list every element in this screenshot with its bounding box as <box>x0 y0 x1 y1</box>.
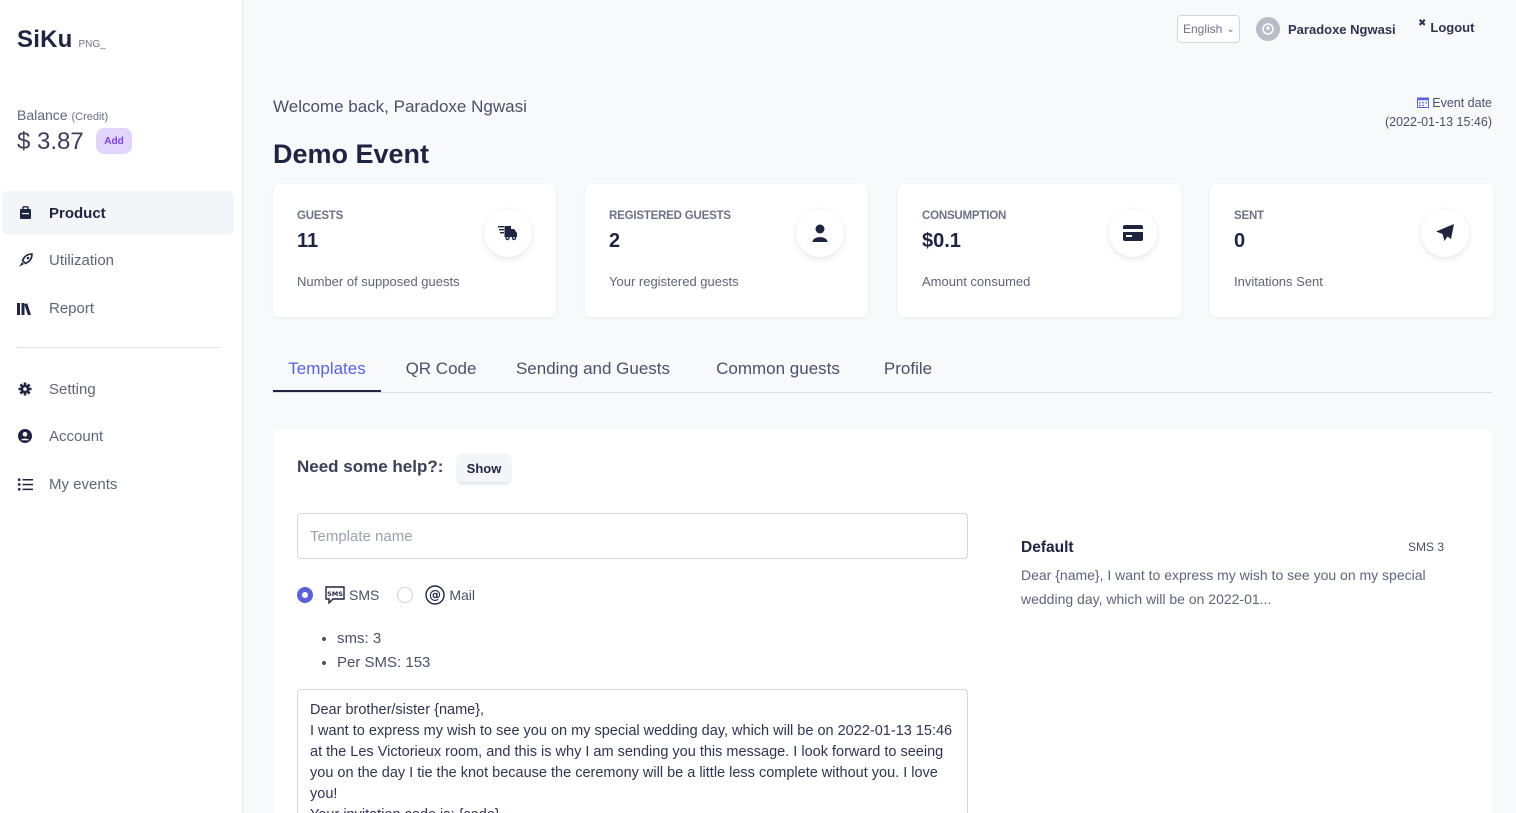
stat-value: $0.1 <box>922 230 961 252</box>
tab-bar: Templates QR Code Sending and Guests Com… <box>273 350 1492 393</box>
stat-card-sent: SENT 0 Invitations Sent <box>1210 184 1493 317</box>
brand-subtitle: PNG_ <box>78 39 106 50</box>
rocket-icon <box>17 252 33 268</box>
user-menu[interactable]: Paradoxe Ngwasi <box>1256 17 1396 41</box>
mail-radio-label: Mail <box>449 587 476 603</box>
user-name: Paradoxe Ngwasi <box>1288 21 1396 37</box>
template-preview-count: SMS 3 <box>1407 540 1444 554</box>
help-label: Need some help?: <box>297 457 444 476</box>
sms-radio[interactable] <box>297 587 313 603</box>
show-help-button[interactable]: Show <box>458 454 510 482</box>
at-sign-icon: @ <box>425 585 446 605</box>
chevron-down-icon: ⌄ <box>1226 23 1235 35</box>
sidebar-divider <box>17 347 219 348</box>
balance-label-text: Balance <box>17 107 68 123</box>
balance-label: Balance (Credit) <box>17 107 108 123</box>
language-value: English <box>1183 22 1223 36</box>
tab-qr-code[interactable]: QR Code <box>395 350 487 392</box>
calendar-icon <box>1417 95 1430 113</box>
stat-description: Invitations Sent <box>1234 274 1323 289</box>
balance-credit: (Credit) <box>71 111 109 123</box>
stat-description: Amount consumed <box>922 274 1031 289</box>
sidebar-item-my-events[interactable]: My events <box>2 462 234 506</box>
user-circle-icon <box>17 428 33 444</box>
mail-radio[interactable] <box>397 587 414 603</box>
sidebar-item-label: Account <box>49 427 104 445</box>
event-date-value: (2022-01-13 15:46) <box>1384 115 1492 129</box>
stat-label: REGISTERED GUESTS <box>609 210 731 222</box>
message-textarea[interactable]: Dear brother/sister {name}, I want to ex… <box>297 689 968 813</box>
sidebar-item-label: Report <box>49 299 95 317</box>
sidebar-item-product[interactable]: Product <box>2 191 234 235</box>
briefcase-icon <box>17 205 33 221</box>
sidebar: SiKu PNG_ Balance (Credit) $ 3.87 Add Pr… <box>0 0 243 813</box>
paper-plane-icon <box>1421 209 1469 257</box>
event-date-label: Event date <box>1432 96 1492 110</box>
template-preview-body: Dear {name}, I want to express my wish t… <box>1021 567 1426 607</box>
truck-icon <box>484 209 532 257</box>
sidebar-item-label: Utilization <box>49 251 115 269</box>
sms-icon: SMS <box>325 586 345 604</box>
stat-label: GUESTS <box>297 210 344 222</box>
template-preview-title[interactable]: Default <box>1021 539 1074 557</box>
sidebar-item-setting[interactable]: Setting <box>2 367 234 411</box>
books-icon <box>17 300 33 316</box>
close-icon: ✖ <box>1418 18 1427 29</box>
gear-icon <box>17 381 33 397</box>
sidebar-item-report[interactable]: Report <box>2 286 234 330</box>
list-icon <box>17 476 33 492</box>
tab-profile[interactable]: Profile <box>873 350 943 392</box>
balance-value: $ 3.87 <box>17 128 84 155</box>
sidebar-item-account[interactable]: Account <box>2 414 234 458</box>
sms-info-list: sms: 3 Per SMS: 153 <box>337 627 430 675</box>
tab-templates[interactable]: Templates <box>273 350 381 392</box>
svg-text:@: @ <box>429 588 441 602</box>
sms-radio-label: SMS <box>349 587 380 603</box>
logout-button[interactable]: ✖ Logout <box>1418 18 1475 35</box>
channel-radio-group: SMS SMS @ Mail <box>297 585 493 605</box>
stat-card-guests: GUESTS 11 Number of supposed guests <box>273 184 556 317</box>
svg-text:SMS: SMS <box>327 590 343 598</box>
template-name-input[interactable] <box>297 513 968 559</box>
stat-description: Number of supposed guests <box>297 274 460 289</box>
credit-card-icon <box>1109 209 1157 257</box>
sidebar-item-utilization[interactable]: Utilization <box>2 238 234 282</box>
brand-logo[interactable]: SiKu PNG_ <box>17 26 106 54</box>
avatar <box>1256 17 1280 41</box>
list-item: sms: 3 <box>337 627 430 651</box>
stat-value: 2 <box>609 230 621 252</box>
sidebar-item-label: My events <box>49 475 118 493</box>
add-credit-button[interactable]: Add <box>96 128 132 154</box>
logout-label: Logout <box>1430 20 1475 35</box>
tab-common-guests[interactable]: Common guests <box>701 350 855 392</box>
list-item: Per SMS: 153 <box>337 651 430 675</box>
sidebar-item-label: Setting <box>49 380 96 398</box>
tab-sending-and-guests[interactable]: Sending and Guests <box>503 350 683 392</box>
event-date: Event date (2022-01-13 15:46) <box>1385 94 1492 131</box>
stat-card-registered-guests: REGISTERED GUESTS 2 Your registered gues… <box>585 184 868 317</box>
stat-label: CONSUMPTION <box>922 210 1007 222</box>
templates-panel: Need some help?: Show SMS SMS @ Mail sms… <box>273 429 1492 813</box>
stat-value: 11 <box>297 230 319 252</box>
brand-name: SiKu <box>17 26 73 53</box>
stat-value: 0 <box>1234 230 1246 252</box>
sidebar-item-label: Product <box>49 204 106 222</box>
stat-label: SENT <box>1234 210 1264 222</box>
stat-card-consumption: CONSUMPTION $0.1 Amount consumed <box>898 184 1181 317</box>
user-icon <box>796 209 844 257</box>
page-title: Demo Event <box>273 139 430 169</box>
language-select[interactable]: English ⌄ <box>1177 15 1240 43</box>
welcome-message: Welcome back, Paradoxe Ngwasi <box>273 97 527 116</box>
stat-description: Your registered guests <box>609 274 739 289</box>
